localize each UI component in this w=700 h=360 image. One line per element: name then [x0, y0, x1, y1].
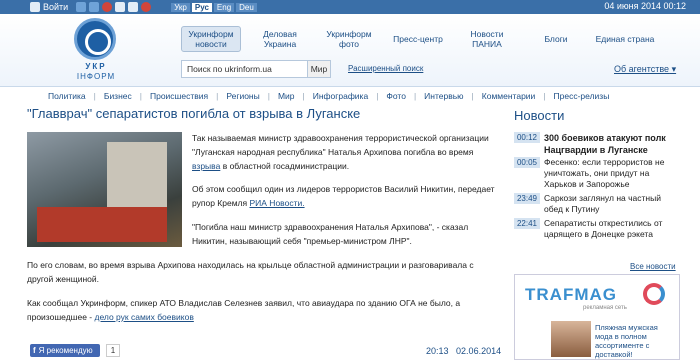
- cat-regions[interactable]: Регионы: [226, 91, 259, 101]
- logo-emblem-icon: [74, 18, 116, 60]
- user-icon: [30, 2, 40, 12]
- ad-banner[interactable]: TRAFMAG рекламная сеть Пляжная мужская м…: [514, 274, 680, 360]
- main-nav: Укринформ новости Деловая Украина Укринф…: [181, 26, 655, 52]
- page: Войти Укр Рус Eng Deu 04 июня 2014 00:12…: [0, 0, 700, 360]
- category-nav: Политика | Бизнес | Происшествия | Регионы |…: [48, 91, 610, 101]
- current-datetime: 04 июня 2014 00:12: [604, 1, 686, 11]
- trafmag-ring-icon: [643, 283, 665, 305]
- logo-line1: УКР: [85, 62, 107, 71]
- about-agency-label: Об агентстве: [614, 64, 670, 74]
- cat-business[interactable]: Бизнес: [104, 91, 132, 101]
- news-headline[interactable]: Саркози заглянул на частный обед к Путин…: [544, 193, 670, 215]
- ukrinform-logo[interactable]: УКР ІНФОРМ: [72, 16, 120, 84]
- lang-deu[interactable]: Deu: [236, 2, 257, 12]
- cat-photo[interactable]: Фото: [386, 91, 406, 101]
- lang-eng[interactable]: Eng: [213, 2, 235, 12]
- news-item[interactable]: 00:05 Фесенко: если террористов не уничт…: [514, 157, 670, 190]
- p5-link[interactable]: дело рук самих боевиков: [95, 312, 194, 322]
- language-switcher: Укр Рус Eng Deu: [171, 2, 257, 12]
- advanced-search-link[interactable]: Расширенный поиск: [348, 64, 423, 73]
- facebook-like-icon: f: [33, 346, 36, 355]
- news-time: 00:12: [514, 132, 540, 143]
- cat-press-releases[interactable]: Пресс-релизы: [554, 91, 610, 101]
- twitter-icon[interactable]: [115, 2, 126, 12]
- p1-tail: в областной госадминистрации.: [222, 161, 350, 171]
- social-icons: [76, 2, 152, 12]
- news-time: 22:41: [514, 218, 540, 229]
- ad-thumbnail[interactable]: [551, 321, 591, 357]
- facebook-icon[interactable]: [76, 2, 87, 12]
- cat-politics[interactable]: Политика: [48, 91, 86, 101]
- recommend-label: Я рекомендую: [38, 346, 93, 355]
- article-paragraph-2: Об этом сообщил один из лидеров террорис…: [192, 182, 497, 210]
- news-headline[interactable]: Фесенко: если террористов не уничтожать,…: [544, 157, 670, 190]
- trafmag-logo: TRAFMAG: [525, 285, 617, 304]
- p1-text: Так называемая министр здравоохранения т…: [192, 133, 489, 157]
- top-bar: Войти Укр Рус Eng Deu 04 июня 2014 00:12: [0, 0, 700, 14]
- tab-ukrinform-photo[interactable]: Укринформ фото: [319, 26, 379, 52]
- tab-pania-news[interactable]: Новости ПАНИА: [457, 26, 517, 52]
- news-time: 23:49: [514, 193, 540, 204]
- ad-text[interactable]: Пляжная мужская мода в полном ассортимен…: [595, 323, 677, 359]
- search-scope-button[interactable]: Мир: [307, 61, 330, 77]
- news-item[interactable]: 00:12 300 боевиков атакуют полк Нацгвард…: [514, 132, 670, 156]
- news-item[interactable]: 22:41 Сепаратисты открестились от царяще…: [514, 218, 670, 240]
- login-link[interactable]: Войти: [30, 2, 68, 12]
- trafmag-tagline: рекламная сеть: [583, 305, 627, 311]
- article-date: 02.06.2014: [456, 346, 502, 356]
- logo-line2: ІНФОРМ: [76, 72, 116, 81]
- tab-ukrinform-news[interactable]: Укринформ новости: [181, 26, 241, 52]
- news-time: 00:05: [514, 157, 540, 168]
- all-news-link[interactable]: Все новости: [630, 262, 676, 271]
- p1-link[interactable]: взрыва: [192, 161, 220, 171]
- article-paragraph-3: "Погибла наш министр здравоохранения Нат…: [192, 222, 469, 246]
- cat-infographics[interactable]: Инфографика: [313, 91, 368, 101]
- article-paragraph-4: По его словам, во время взрыва Архипова …: [27, 260, 474, 284]
- news-heading: Новости: [514, 108, 565, 123]
- news-headline[interactable]: Сепаратисты открестились от царящего в Д…: [544, 218, 670, 240]
- article-paragraph-1: Так называемая министр здравоохранения т…: [192, 131, 497, 173]
- article-photo: [27, 132, 182, 247]
- login-label: Войти: [43, 2, 69, 12]
- cat-comments[interactable]: Комментарии: [482, 91, 536, 101]
- vk-icon[interactable]: [89, 2, 100, 12]
- tab-blogs[interactable]: Блоги: [526, 26, 586, 52]
- tab-united-country[interactable]: Единая страна: [595, 26, 655, 52]
- article-paragraph-5: Как сообщал Укринформ, спикер АТО Владис…: [27, 296, 497, 324]
- youtube-icon[interactable]: [141, 2, 152, 12]
- article-time: 20:13: [426, 346, 449, 356]
- news-item[interactable]: 23:49 Саркози заглянул на частный обед к…: [514, 193, 670, 215]
- article-timestamp: 20:13 02.06.2014: [426, 346, 501, 356]
- p5-text: Как сообщал Укринформ, спикер АТО Владис…: [27, 298, 461, 322]
- cat-incidents[interactable]: Происшествия: [150, 91, 208, 101]
- recommend-count: 1: [106, 344, 120, 357]
- about-agency-link[interactable]: Об агентстве ▾: [614, 64, 676, 75]
- p2-link[interactable]: РИА Новости.: [250, 198, 305, 208]
- odnoklassniki-icon[interactable]: [128, 2, 139, 12]
- lang-ukr[interactable]: Укр: [171, 2, 190, 12]
- lang-rus[interactable]: Рус: [191, 2, 212, 12]
- cat-interview[interactable]: Интервью: [424, 91, 463, 101]
- tab-business-ukraine[interactable]: Деловая Украина: [250, 26, 310, 52]
- cat-world[interactable]: Мир: [278, 91, 295, 101]
- p2-text: Об этом сообщил один из лидеров террорис…: [192, 184, 495, 208]
- tab-press-center[interactable]: Пресс-центр: [388, 26, 448, 52]
- recommend-button[interactable]: f Я рекомендую: [30, 344, 100, 357]
- news-headline[interactable]: 300 боевиков атакуют полк Нацгвардии в Л…: [544, 132, 670, 156]
- header: УКР ІНФОРМ Укринформ новости Деловая Укр…: [0, 14, 700, 87]
- article-title: "Главврач" сепаратистов погибла от взрыв…: [27, 106, 361, 121]
- google-plus-icon[interactable]: [102, 2, 113, 12]
